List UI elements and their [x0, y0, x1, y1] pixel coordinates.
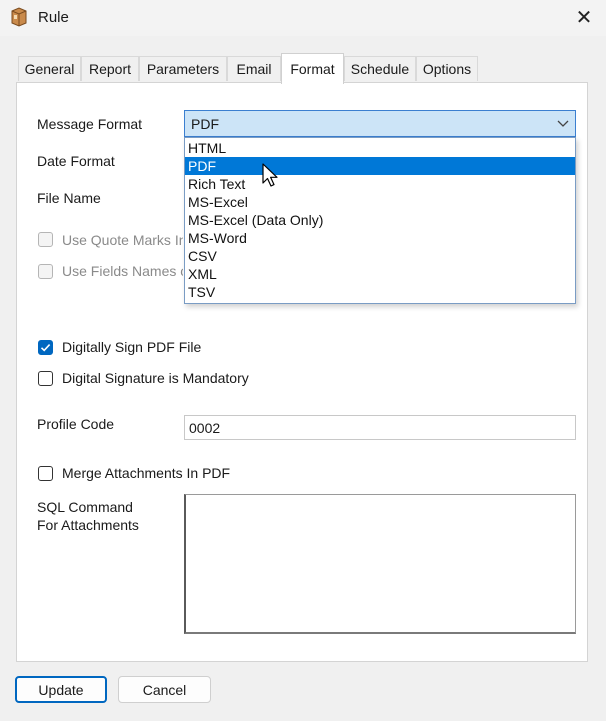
mouse-pointer-icon: [262, 163, 280, 192]
option-ms-word[interactable]: MS-Word: [185, 229, 575, 247]
file-name-label: File Name: [37, 190, 101, 206]
digitally-sign-label: Digitally Sign PDF File: [62, 339, 202, 355]
use-quote-marks-checkbox[interactable]: [38, 232, 53, 247]
profile-code-value: 0002: [189, 420, 221, 436]
profile-code-label: Profile Code: [37, 416, 115, 432]
option-rich-text[interactable]: Rich Text: [185, 175, 575, 193]
package-icon: [9, 6, 29, 28]
date-format-label: Date Format: [37, 153, 115, 169]
window-title: Rule: [38, 9, 69, 26]
tab-schedule[interactable]: Schedule: [344, 56, 416, 81]
option-ms-excel-data-only[interactable]: MS-Excel (Data Only): [185, 211, 575, 229]
signature-mandatory-checkbox[interactable]: [38, 371, 53, 386]
option-pdf[interactable]: PDF: [185, 157, 575, 175]
merge-attachments-label: Merge Attachments In PDF: [62, 465, 231, 481]
use-fields-names-label: Use Fields Names o: [62, 263, 183, 279]
digitally-sign-checkbox[interactable]: [38, 340, 53, 355]
checkmark-icon: [40, 344, 51, 352]
option-xml[interactable]: XML: [185, 265, 575, 283]
use-fields-names-checkbox[interactable]: [38, 264, 53, 279]
profile-code-input[interactable]: 0002: [184, 415, 576, 440]
tab-general[interactable]: General: [18, 56, 81, 81]
signature-mandatory-label: Digital Signature is Mandatory: [62, 370, 249, 386]
message-format-dropdown: HTML PDF Rich Text MS-Excel MS-Excel (Da…: [184, 137, 576, 304]
sql-command-label: SQL Command: [37, 499, 133, 515]
option-csv[interactable]: CSV: [185, 247, 575, 265]
option-tsv[interactable]: TSV: [185, 283, 575, 301]
tab-options[interactable]: Options: [416, 56, 478, 81]
sql-command-textarea[interactable]: [184, 494, 576, 634]
cancel-button[interactable]: Cancel: [118, 676, 211, 703]
message-format-select[interactable]: PDF: [184, 110, 576, 137]
chevron-down-icon[interactable]: [557, 116, 569, 128]
merge-attachments-checkbox[interactable]: [38, 466, 53, 481]
message-format-label: Message Format: [37, 116, 143, 132]
tab-report[interactable]: Report: [81, 56, 139, 81]
sql-command-label-line2: For Attachments: [37, 517, 139, 533]
close-icon[interactable]: ✕: [566, 3, 602, 31]
option-html[interactable]: HTML: [185, 139, 575, 157]
update-button[interactable]: Update: [15, 676, 107, 703]
tab-format[interactable]: Format: [281, 53, 344, 84]
message-format-value: PDF: [191, 116, 219, 132]
option-ms-excel[interactable]: MS-Excel: [185, 193, 575, 211]
tab-email[interactable]: Email: [227, 56, 281, 81]
tab-parameters[interactable]: Parameters: [139, 56, 227, 81]
use-quote-marks-label: Use Quote Marks In: [62, 232, 183, 248]
title-bar: [0, 0, 606, 36]
